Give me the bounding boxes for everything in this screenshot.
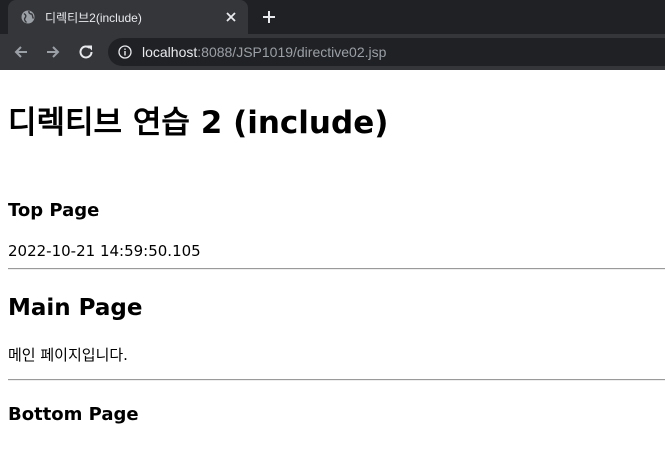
info-icon[interactable] (118, 45, 132, 59)
page-content: 디렉티브 연습 2 (include) Top Page 2022-10-21 … (0, 70, 665, 459)
close-icon[interactable] (224, 10, 238, 24)
browser-toolbar: localhost:8088/JSP1019/directive02.jsp (0, 34, 665, 70)
main-page-heading: Main Page (8, 295, 143, 321)
divider (8, 268, 665, 270)
tab-title: 디렉티브2(include) (45, 11, 142, 25)
page-title: 디렉티브 연습 2 (include) (8, 105, 389, 141)
browser-tab[interactable]: 디렉티브2(include) (8, 0, 248, 34)
divider (8, 379, 665, 381)
tab-strip: 디렉티브2(include) (0, 0, 665, 34)
top-page-heading: Top Page (8, 200, 100, 221)
bottom-page-heading: Bottom Page (8, 404, 139, 425)
globe-icon (21, 10, 35, 24)
plus-icon[interactable] (261, 9, 277, 25)
arrow-left-icon[interactable] (12, 43, 30, 61)
timestamp-text: 2022-10-21 14:59:50.105 (8, 242, 201, 260)
url-path: :8088/JSP1019/directive02.jsp (197, 44, 387, 60)
arrow-right-icon[interactable] (44, 43, 62, 61)
reload-icon[interactable] (77, 43, 95, 61)
url-text[interactable]: localhost:8088/JSP1019/directive02.jsp (142, 44, 386, 60)
main-page-text: 메인 페이지입니다. (8, 346, 128, 364)
address-bar[interactable]: localhost:8088/JSP1019/directive02.jsp (108, 38, 665, 66)
url-host: localhost (142, 44, 198, 60)
